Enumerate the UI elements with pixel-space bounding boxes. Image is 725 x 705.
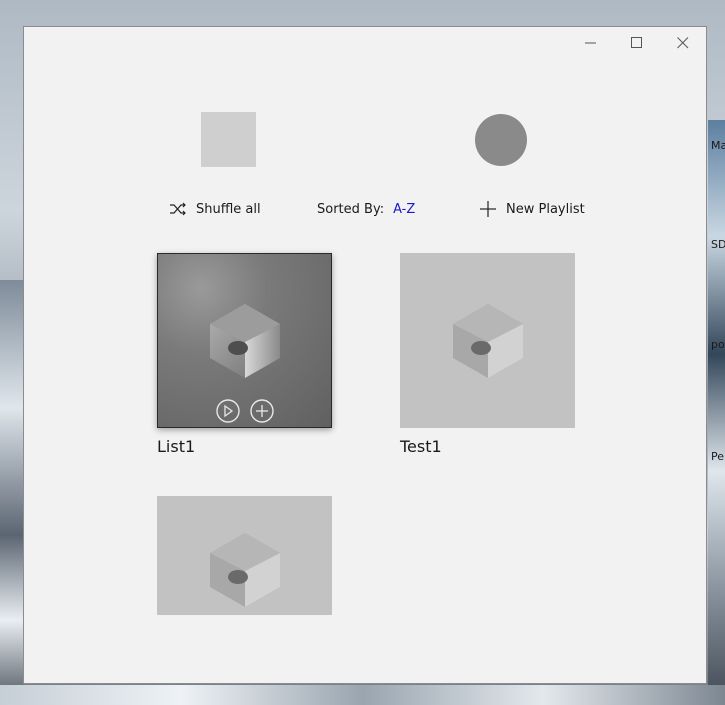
maximize-button[interactable]: [614, 27, 660, 59]
shuffle-all-label: Shuffle all: [196, 201, 261, 217]
desktop-wallpaper-left: [0, 280, 25, 705]
desktop-icon-label[interactable]: SD: [711, 238, 725, 251]
tile-actions: [158, 399, 331, 423]
desktop-icon-label[interactable]: po: [711, 338, 725, 351]
header-avatar-placeholder: [475, 114, 527, 166]
sort-value[interactable]: A-Z: [393, 202, 415, 217]
shuffle-icon: [170, 202, 186, 216]
sort-selector[interactable]: Sorted By: A-Z: [317, 197, 415, 221]
playlist-tile[interactable]: [157, 253, 332, 428]
maximize-icon: [631, 37, 642, 48]
cube-artwork-icon: [452, 303, 523, 378]
desktop-wallpaper-right: [708, 120, 725, 705]
add-icon[interactable]: [249, 399, 274, 423]
desktop-icon-label[interactable]: Ma: [711, 139, 725, 152]
close-button[interactable]: [660, 27, 706, 59]
play-icon[interactable]: [215, 399, 240, 423]
playlist-tile[interactable]: [400, 253, 575, 428]
shuffle-all-button[interactable]: Shuffle all: [169, 197, 261, 221]
new-playlist-label: New Playlist: [506, 201, 585, 217]
sorted-by-label: Sorted By:: [317, 201, 385, 217]
cube-artwork-icon: [209, 303, 280, 378]
header-image-placeholder: [201, 112, 256, 167]
new-playlist-button[interactable]: New Playlist: [479, 197, 585, 221]
playlist-tile[interactable]: [157, 496, 332, 615]
close-icon: [677, 37, 689, 49]
app-window: Shuffle all Sorted By: A-Z New Playlist: [23, 26, 707, 684]
desktop-icon-label[interactable]: Pe: [711, 450, 725, 463]
plus-icon: [480, 201, 496, 217]
minimize-button[interactable]: [568, 27, 614, 59]
playlist-toolbar: Shuffle all Sorted By: A-Z New Playlist: [24, 197, 706, 221]
playlist-name: List1: [157, 437, 196, 456]
cube-artwork-icon: [209, 532, 280, 607]
playlist-name: Test1: [400, 437, 442, 456]
minimize-icon: [585, 42, 596, 44]
desktop-wallpaper-bottom: [0, 685, 725, 705]
window-caption-buttons: [568, 27, 706, 59]
